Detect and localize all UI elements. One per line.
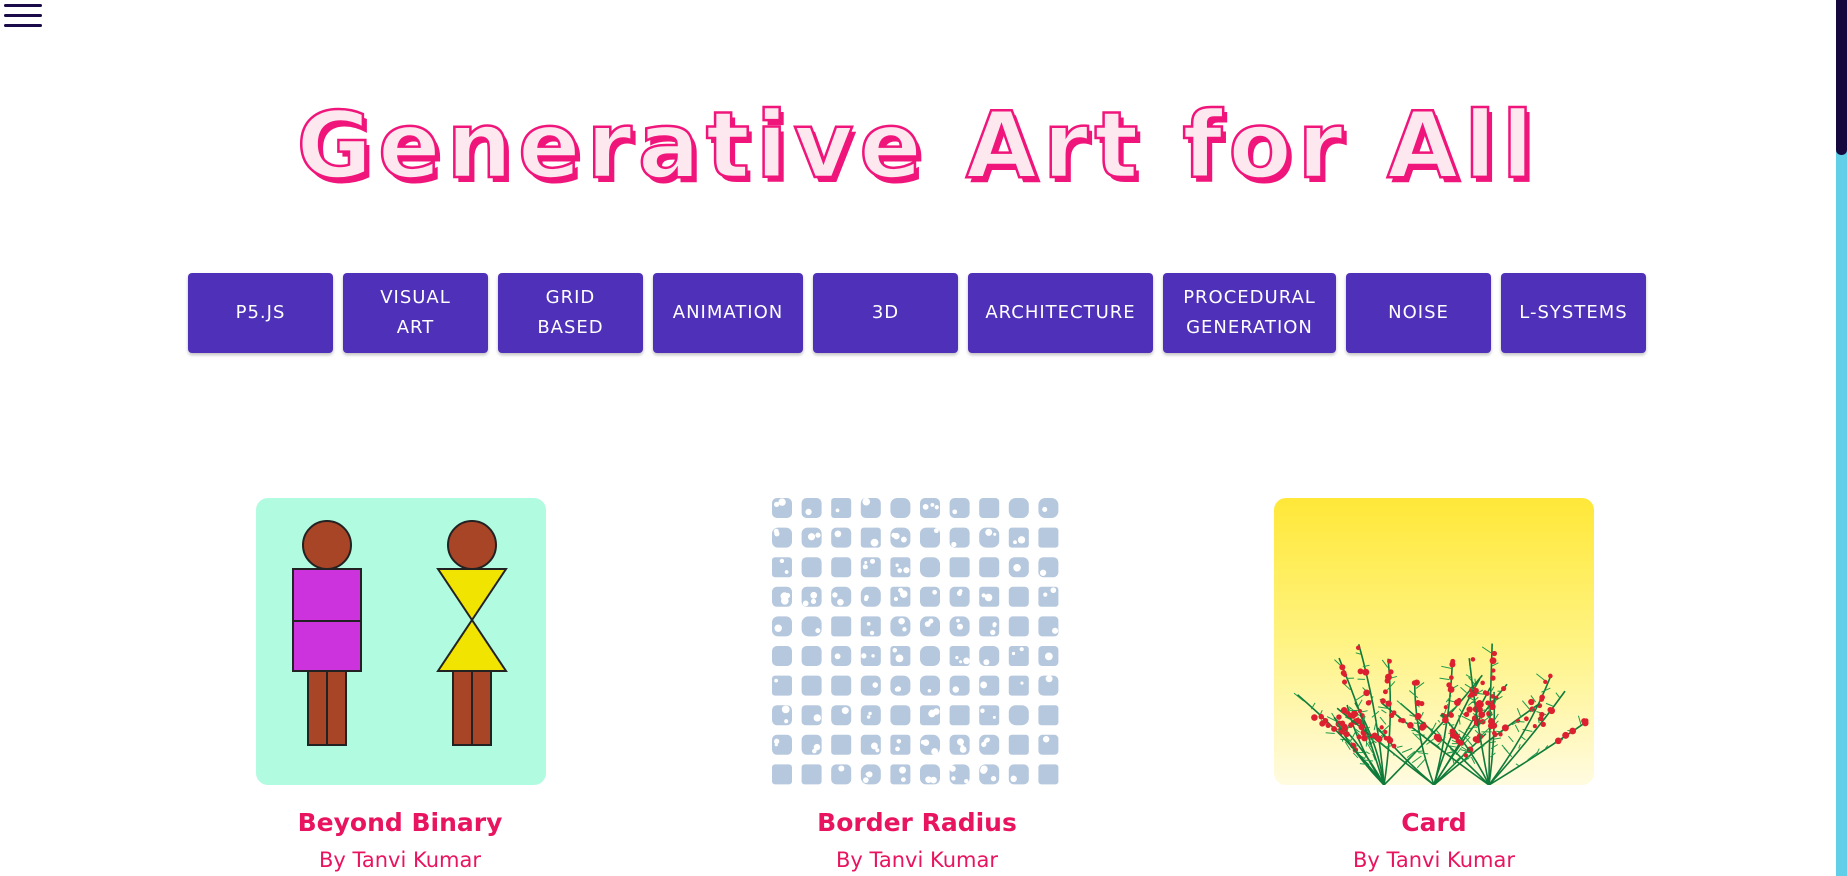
card-title[interactable]: Border Radius (717, 808, 1117, 837)
tag-grid-based-button[interactable]: GRID BASED (498, 273, 643, 353)
card-author: By Tanvi Kumar (836, 848, 998, 872)
tag-animation-button[interactable]: ANIMATION (653, 273, 803, 353)
scrollbar[interactable] (1836, 0, 1847, 876)
tag-p5js-button[interactable]: P5.JS (188, 273, 333, 353)
tag-visual-art-button[interactable]: VISUAL ART (343, 273, 488, 353)
card-image-beyond-binary[interactable] (256, 498, 546, 785)
hamburger-menu-icon[interactable] (4, 2, 42, 30)
card-image-card[interactable] (1274, 498, 1594, 785)
card-title[interactable]: Beyond Binary (200, 808, 600, 837)
page-title: Generative Art for All (295, 91, 1540, 201)
tag-architecture-button[interactable]: ARCHITECTURE (968, 273, 1153, 353)
scrollbar-thumb[interactable] (1836, 0, 1847, 155)
tag-procedural-generation-button[interactable]: PROCEDURAL GENERATION (1163, 273, 1336, 353)
card-author: By Tanvi Kumar (319, 848, 481, 872)
tag-noise-button[interactable]: NOISE (1346, 273, 1491, 353)
card-image-border-radius[interactable] (772, 498, 1062, 785)
tag-l-systems-button[interactable]: L-SYSTEMS (1501, 273, 1646, 353)
card-author: By Tanvi Kumar (1353, 848, 1515, 872)
card-title[interactable]: Card (1234, 808, 1634, 837)
tag-3d-button[interactable]: 3D (813, 273, 958, 353)
tag-filter-bar: P5.JS VISUAL ART GRID BASED ANIMATION 3D… (188, 273, 1646, 353)
page: Generative Art for All P5.JS VISUAL ART … (0, 0, 1847, 876)
